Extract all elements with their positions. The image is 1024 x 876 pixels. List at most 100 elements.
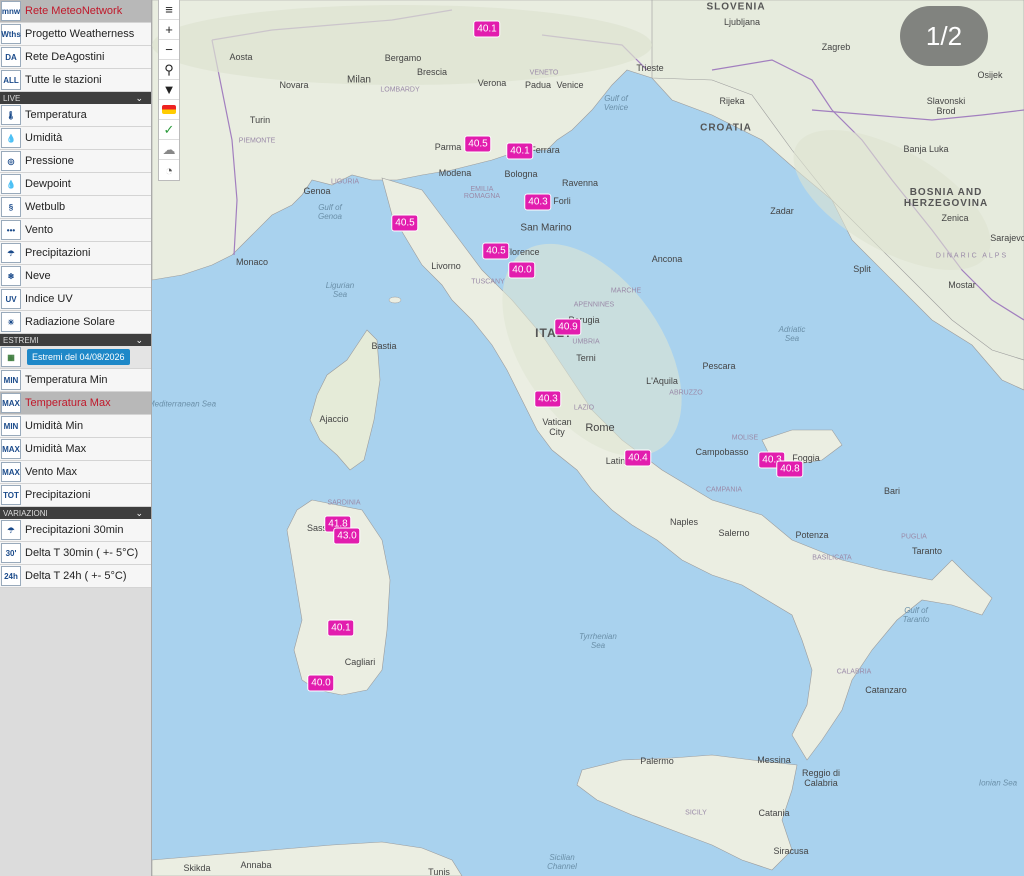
extremes-section-header[interactable]: ESTREMI ⌄ <box>0 334 151 346</box>
temperature-marker[interactable]: 40.1 <box>473 20 501 38</box>
sidebar-item-live[interactable]: 🌡 Temperatura <box>0 104 151 127</box>
label-ljubljana: Ljubljana <box>723 17 761 27</box>
pressure-gauge-icon: ◎ <box>1 151 21 171</box>
temperature-marker[interactable]: 40.4 <box>624 449 652 467</box>
extremes-date-button[interactable]: Estremi del 04/08/2026 <box>27 349 130 365</box>
temperature-marker[interactable]: 40.3 <box>534 390 562 408</box>
temperature-marker[interactable]: 40.1 <box>506 142 534 160</box>
label-sardinia: SARDINIA <box>327 499 361 507</box>
label-basilicata: BASILICATA <box>812 554 852 562</box>
sidebar-item-extremes[interactable]: MAX Temperatura Max <box>0 392 151 415</box>
label-umbria: UMBRIA <box>572 338 600 346</box>
label-split: Split <box>853 264 871 274</box>
sidebar-item-variations[interactable]: 30' Delta T 30min ( +- 5°C) <box>0 542 151 565</box>
temperature-marker[interactable]: 40.5 <box>391 214 419 232</box>
label-ligurian: Ligurian Sea <box>325 281 355 299</box>
flag-icon[interactable] <box>159 100 179 120</box>
sidebar-item-label: Temperatura <box>25 109 87 121</box>
dewpoint-drop-icon: 💧 <box>1 174 21 194</box>
sidebar-item-label: Radiazione Solare <box>25 316 115 328</box>
sidebar-item-live[interactable]: UV Indice UV <box>0 288 151 311</box>
temperature-marker[interactable]: 40.0 <box>307 674 335 692</box>
zoom-in-icon[interactable]: + <box>159 20 179 40</box>
label-forli: Forli <box>553 196 571 206</box>
sidebar-item-live[interactable]: § Wetbulb <box>0 196 151 219</box>
all-stations-icon: ALL <box>1 70 21 90</box>
label-sicilian-channel: Sicilian Channel <box>547 853 577 871</box>
sidebar-item-networks[interactable]: ALL Tutte le stazioni <box>0 69 151 92</box>
label-taranto: Taranto <box>911 546 943 556</box>
label-rome: Rome <box>585 422 615 434</box>
label-ajaccio: Ajaccio <box>319 414 349 424</box>
live-section-header[interactable]: LIVE ⌄ <box>0 92 151 104</box>
temperature-marker[interactable]: 40.5 <box>464 135 492 153</box>
sidebar-item-extremes[interactable]: MIN Umidità Min <box>0 415 151 438</box>
label-zagreb: Zagreb <box>821 42 851 52</box>
filter-icon[interactable]: ▼ <box>159 80 179 100</box>
clouds-icon[interactable]: ☁ <box>159 140 179 160</box>
sidebar-item-live[interactable]: ☀ Radiazione Solare <box>0 311 151 334</box>
sidebar-item-variations[interactable]: ☂ Precipitazioni 30min <box>0 519 151 542</box>
label-genoa: Genoa <box>303 186 331 196</box>
sidebar-item-extremes[interactable]: TOT Precipitazioni <box>0 484 151 507</box>
label-san-marino: San Marino <box>520 222 572 234</box>
map-canvas[interactable]: SLOVENIA Ljubljana Zagreb CROATIA BOSNIA… <box>152 0 1024 876</box>
sidebar-item-label: Temperatura Min <box>25 374 108 386</box>
sidebar-item-label: Temperatura Max <box>25 397 111 409</box>
thermometer-max-icon: MAX <box>1 393 21 413</box>
label-dinaric: DINARIC ALPS <box>935 252 1009 260</box>
sidebar-item-live[interactable]: ◎ Pressione <box>0 150 151 173</box>
sidebar-item-extremes[interactable]: MAX Umidità Max <box>0 438 151 461</box>
sidebar-item-live[interactable]: 💧 Umidità <box>0 127 151 150</box>
label-piemonte: PIEMONTE <box>238 137 276 145</box>
temperature-marker[interactable]: 40.3 <box>524 193 552 211</box>
variations-list: ☂ Precipitazioni 30min 30' Delta T 30min ( … <box>0 519 151 588</box>
temperature-marker[interactable]: 40.5 <box>482 242 510 260</box>
sidebar-item-networks[interactable]: Wths Progetto Weatherness <box>0 23 151 46</box>
relief-alps <box>152 5 652 85</box>
sidebar-item-label: Neve <box>25 270 51 282</box>
label-campania: CAMPANIA <box>705 486 743 494</box>
temperature-marker[interactable]: 40.8 <box>776 460 804 478</box>
search-icon[interactable]: ⚲ <box>159 60 179 80</box>
label-florence: Florence <box>504 247 540 257</box>
sidebar-item-label: Pressione <box>25 155 74 167</box>
check-circle-icon[interactable]: ✓ <box>159 120 179 140</box>
label-milan: Milan <box>347 74 371 86</box>
temperature-marker[interactable]: 40.0 <box>508 261 536 279</box>
sidebar-item-variations[interactable]: 24h Delta T 24h ( +- 5°C) <box>0 565 151 588</box>
sidebar-item-label: Vento Max <box>25 466 77 478</box>
temperature-marker[interactable]: 40.1 <box>327 619 355 637</box>
sidebar-item-label: Rete DeAgostini <box>25 51 105 63</box>
network-list: mnw Rete MeteoNetwork Wths Progetto Weather… <box>0 0 151 92</box>
layers-menu-icon[interactable]: ≡ <box>159 0 179 20</box>
sidebar-item-label: Dewpoint <box>25 178 71 190</box>
sidebar-item-label: Umidità Max <box>25 443 87 455</box>
label-puglia: PUGLIA <box>901 533 927 541</box>
thermometer-min-icon: MIN <box>1 370 21 390</box>
sidebar-item-networks[interactable]: mnw Rete MeteoNetwork <box>0 0 151 23</box>
uv-index-icon: UV <box>1 289 21 309</box>
zoom-out-icon[interactable]: − <box>159 40 179 60</box>
sidebar-item-live[interactable]: ☂ Precipitazioni <box>0 242 151 265</box>
compass-icon[interactable]: ◔ <box>159 160 179 180</box>
sidebar-item-live[interactable]: 💧 Dewpoint <box>0 173 151 196</box>
temperature-marker[interactable]: 43.0 <box>333 527 361 545</box>
sidebar-item-live[interactable]: ••• Vento <box>0 219 151 242</box>
sidebar-item-live[interactable]: ❄ Neve <box>0 265 151 288</box>
label-skikda: Skikda <box>183 863 211 873</box>
label-bastia: Bastia <box>371 341 397 351</box>
sidebar-item-extremes[interactable]: MAX Vento Max <box>0 461 151 484</box>
label-palermo: Palermo <box>640 756 674 766</box>
label-zenica: Zenica <box>941 213 969 223</box>
label-bergamo: Bergamo <box>384 53 422 63</box>
sidebar-item-label: Rete MeteoNetwork <box>25 5 123 17</box>
temperature-marker[interactable]: 40.9 <box>554 318 582 336</box>
label-campobasso: Campobasso <box>695 447 749 457</box>
sidebar-item-networks[interactable]: DA Rete DeAgostini <box>0 46 151 69</box>
sidebar-item-extremes[interactable]: MIN Temperatura Min <box>0 369 151 392</box>
humidity-max-icon: MAX <box>1 439 21 459</box>
variations-section-header[interactable]: VARIAZIONI ⌄ <box>0 507 151 519</box>
label-monaco: Monaco <box>235 257 269 267</box>
label-calabria: CALABRIA <box>836 668 872 676</box>
